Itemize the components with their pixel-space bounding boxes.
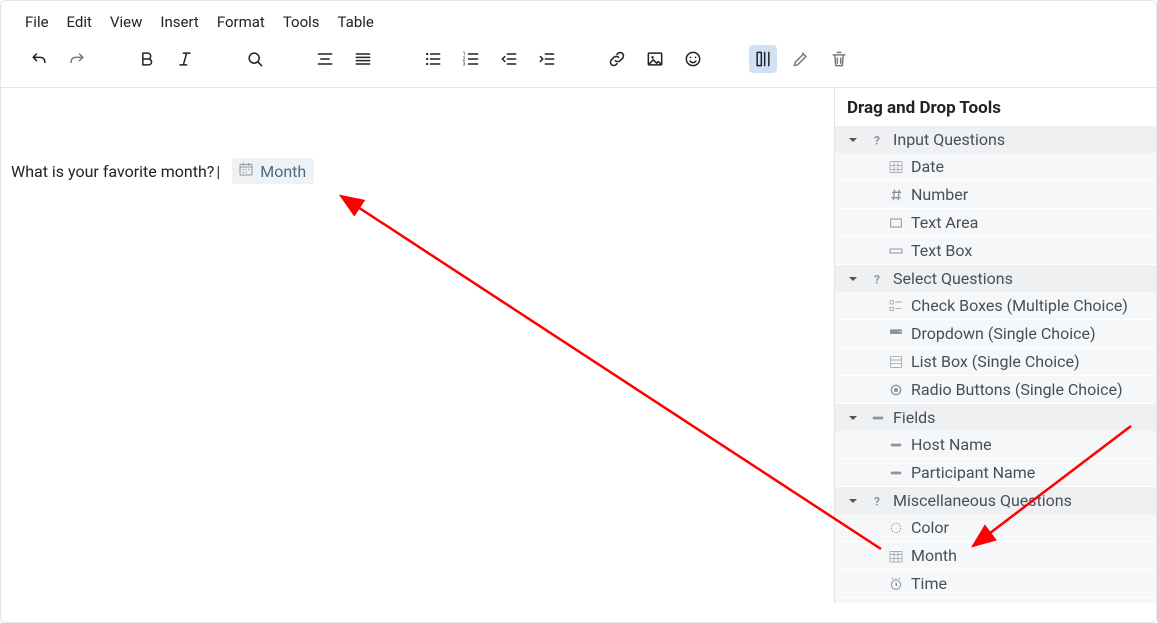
- item-label: Week: [911, 602, 950, 603]
- item-label: Check Boxes (Multiple Choice): [911, 296, 1128, 315]
- bullet-list-button[interactable]: [419, 45, 447, 73]
- hash-icon: [887, 186, 905, 204]
- form-tools-button[interactable]: [749, 45, 777, 73]
- caret-down-icon: [847, 134, 859, 146]
- image-button[interactable]: [641, 45, 669, 73]
- main-area: What is your favorite month? | Month Dra…: [1, 87, 1156, 603]
- emoji-button[interactable]: [679, 45, 707, 73]
- date-grid-icon: [887, 158, 905, 176]
- group-label: Fields: [893, 408, 935, 427]
- group-input-questions[interactable]: ? Input Questions: [835, 126, 1156, 153]
- item-text-box[interactable]: Text Box: [835, 237, 1156, 265]
- inserted-field-label: Month: [260, 162, 306, 181]
- group-label: Input Questions: [893, 130, 1005, 149]
- group-misc-questions[interactable]: ? Miscellaneous Questions: [835, 487, 1156, 514]
- item-date[interactable]: Date: [835, 153, 1156, 181]
- calendar-icon: [238, 161, 254, 181]
- toolbar: 123: [1, 39, 1156, 87]
- align-justify-button[interactable]: [349, 45, 377, 73]
- undo-button[interactable]: [25, 45, 53, 73]
- svg-text:3: 3: [463, 62, 466, 68]
- item-label: Color: [911, 518, 949, 537]
- menu-tools[interactable]: Tools: [283, 13, 320, 31]
- item-number[interactable]: Number: [835, 181, 1156, 209]
- drag-drop-tools-panel: Drag and Drop Tools ? Input Questions Da…: [835, 88, 1156, 603]
- caret-down-icon: [847, 495, 859, 507]
- group-label: Miscellaneous Questions: [893, 491, 1072, 510]
- menu-view[interactable]: View: [110, 13, 142, 31]
- group-label: Select Questions: [893, 269, 1013, 288]
- text-cursor: |: [216, 162, 220, 181]
- numbered-list-button[interactable]: 123: [457, 45, 485, 73]
- field-icon: [887, 464, 905, 482]
- color-icon: [887, 519, 905, 537]
- item-color[interactable]: Color: [835, 514, 1156, 542]
- app-window: File Edit View Insert Format Tools Table: [0, 0, 1157, 623]
- menu-insert[interactable]: Insert: [160, 13, 198, 31]
- italic-button[interactable]: [171, 45, 199, 73]
- week-icon: [887, 603, 905, 604]
- caret-down-icon: [847, 412, 859, 424]
- item-dropdown[interactable]: Dropdown (Single Choice): [835, 320, 1156, 348]
- question-icon: ?: [869, 270, 887, 288]
- group-fields[interactable]: Fields: [835, 404, 1156, 431]
- svg-text:?: ?: [874, 133, 880, 147]
- item-host-name[interactable]: Host Name: [835, 431, 1156, 459]
- align-center-button[interactable]: [311, 45, 339, 73]
- delete-button[interactable]: [825, 45, 853, 73]
- item-participant-name[interactable]: Participant Name: [835, 459, 1156, 487]
- edit-button[interactable]: [787, 45, 815, 73]
- menu-format[interactable]: Format: [217, 13, 265, 31]
- svg-text:?: ?: [874, 272, 880, 286]
- sidebar-title: Drag and Drop Tools: [835, 88, 1156, 126]
- item-week[interactable]: Week: [835, 598, 1156, 603]
- radio-icon: [887, 381, 905, 399]
- redo-button[interactable]: [63, 45, 91, 73]
- inserted-month-field[interactable]: Month: [232, 158, 314, 184]
- item-label: List Box (Single Choice): [911, 352, 1080, 371]
- item-time[interactable]: Time: [835, 570, 1156, 598]
- item-text-area[interactable]: Text Area: [835, 209, 1156, 237]
- indent-button[interactable]: [533, 45, 561, 73]
- item-check-boxes[interactable]: Check Boxes (Multiple Choice): [835, 292, 1156, 320]
- svg-text:?: ?: [874, 494, 880, 508]
- clock-icon: [887, 575, 905, 593]
- menu-edit[interactable]: Edit: [67, 13, 92, 31]
- item-label: Text Box: [911, 241, 972, 260]
- item-label: Text Area: [911, 213, 978, 232]
- editor-line: What is your favorite month? | Month: [11, 158, 824, 184]
- checkboxes-icon: [887, 297, 905, 315]
- question-text: What is your favorite month?: [11, 162, 214, 181]
- listbox-icon: [887, 353, 905, 371]
- question-icon: ?: [869, 492, 887, 510]
- outdent-button[interactable]: [495, 45, 523, 73]
- item-label: Host Name: [911, 435, 992, 454]
- item-label: Radio Buttons (Single Choice): [911, 380, 1123, 399]
- field-icon: [887, 436, 905, 454]
- item-radio-buttons[interactable]: Radio Buttons (Single Choice): [835, 376, 1156, 404]
- dropdown-icon: [887, 325, 905, 343]
- textbox-icon: [887, 242, 905, 260]
- search-button[interactable]: [241, 45, 269, 73]
- textarea-icon: [887, 214, 905, 232]
- caret-down-icon: [847, 273, 859, 285]
- field-icon: [869, 409, 887, 427]
- menu-bar: File Edit View Insert Format Tools Table: [1, 1, 1156, 39]
- item-month[interactable]: Month: [835, 542, 1156, 570]
- item-label: Month: [911, 546, 957, 565]
- item-list-box[interactable]: List Box (Single Choice): [835, 348, 1156, 376]
- link-button[interactable]: [603, 45, 631, 73]
- bold-button[interactable]: [133, 45, 161, 73]
- item-label: Number: [911, 185, 968, 204]
- item-label: Time: [911, 574, 947, 593]
- menu-file[interactable]: File: [25, 13, 49, 31]
- group-select-questions[interactable]: ? Select Questions: [835, 265, 1156, 292]
- menu-table[interactable]: Table: [338, 13, 374, 31]
- item-label: Participant Name: [911, 463, 1035, 482]
- editor-canvas[interactable]: What is your favorite month? | Month: [1, 88, 835, 603]
- item-label: Date: [911, 157, 944, 176]
- calendar-icon: [887, 547, 905, 565]
- item-label: Dropdown (Single Choice): [911, 324, 1096, 343]
- question-icon: ?: [869, 131, 887, 149]
